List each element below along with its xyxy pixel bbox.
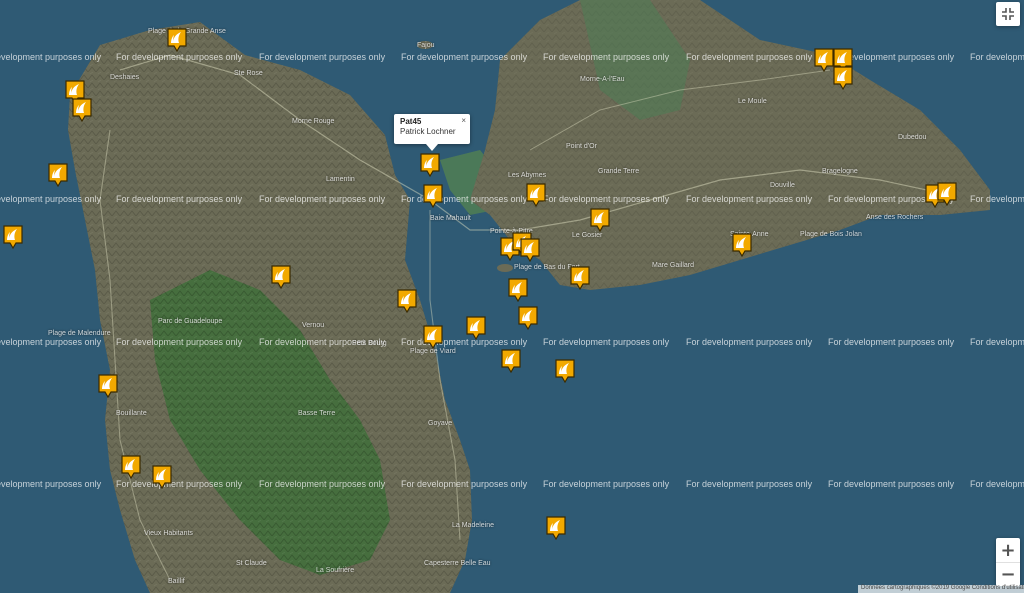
sailboat-marker[interactable] — [48, 163, 68, 187]
sailboat-icon — [526, 183, 546, 207]
place-label-la-soufriere: La Soufrière — [316, 567, 355, 574]
place-label-baillif: Baillif — [168, 578, 185, 585]
place-label-basse-terre: Basse Terre — [298, 410, 336, 417]
sailboat-marker[interactable] — [518, 306, 538, 330]
sailboat-icon — [423, 184, 443, 208]
sailboat-icon — [152, 465, 172, 489]
sailboat-icon — [72, 98, 92, 122]
sailboat-marker[interactable] — [520, 238, 540, 262]
sailboat-icon — [520, 238, 540, 262]
sailboat-marker[interactable] — [570, 266, 590, 290]
place-label-vieux-habitants: Vieux Habitants — [144, 530, 193, 537]
place-label-le-gosier: Le Gosier — [572, 232, 603, 239]
sailboat-icon — [555, 359, 575, 383]
place-label-le-moule: Le Moule — [738, 98, 767, 105]
sailboat-marker[interactable] — [937, 182, 957, 206]
sailboat-marker[interactable] — [420, 153, 440, 177]
sailboat-icon — [271, 265, 291, 289]
sailboat-icon — [518, 306, 538, 330]
sailboat-marker[interactable] — [98, 374, 118, 398]
place-label-bragelogne: Bragelogne — [822, 168, 858, 175]
sailboat-icon — [814, 48, 834, 72]
place-label-goyave: Goyave — [428, 420, 453, 427]
map-attribution[interactable]: Données cartographiques ©2019 Google Con… — [858, 585, 1024, 593]
sailboat-marker[interactable] — [732, 233, 752, 257]
sailboat-marker[interactable] — [3, 225, 23, 249]
place-label-anse-rochers: Anse des Rochers — [866, 214, 924, 221]
place-label-ste-rose: Ste Rose — [234, 70, 263, 77]
exit-fullscreen-button[interactable] — [996, 2, 1020, 26]
exit-fullscreen-icon — [1002, 8, 1014, 20]
sailboat-icon — [121, 455, 141, 479]
place-label-deshaies: Deshaies — [110, 74, 140, 81]
sailboat-marker[interactable] — [546, 516, 566, 540]
place-label-la-madeleine: La Madeleine — [452, 522, 495, 529]
sailboat-icon — [732, 233, 752, 257]
zoom-out-button[interactable]: − — [996, 562, 1020, 586]
sailboat-marker[interactable] — [814, 48, 834, 72]
place-label-bouillante: Bouillante — [116, 410, 147, 417]
sailboat-marker[interactable] — [466, 316, 486, 340]
sailboat-marker[interactable] — [167, 28, 187, 52]
sailboat-marker[interactable] — [508, 278, 528, 302]
place-label-vernou: Vernou — [302, 322, 325, 329]
sailboat-icon — [167, 28, 187, 52]
place-label-st-claude: St Claude — [236, 560, 267, 567]
sailboat-marker[interactable] — [72, 98, 92, 122]
sailboat-icon — [98, 374, 118, 398]
place-label-parc-guadeloupe: Parc de Guadeloupe — [158, 318, 223, 325]
map-canvas[interactable]: For development purposes onlyFor develop… — [0, 0, 1024, 593]
sailboat-icon — [570, 266, 590, 290]
sailboat-icon — [397, 289, 417, 313]
sailboat-icon — [508, 278, 528, 302]
sailboat-marker[interactable] — [501, 349, 521, 373]
place-label-point-dor: Point d'Or — [566, 143, 597, 150]
place-label-lamentin: Lamentin — [326, 176, 355, 183]
sailboat-icon — [420, 153, 440, 177]
place-label-douville: Douville — [770, 182, 795, 189]
sailboat-icon — [3, 225, 23, 249]
marker-popup: Pat45 Patrick Lochner × — [394, 114, 470, 151]
sailboat-marker[interactable] — [152, 465, 172, 489]
sailboat-marker[interactable] — [423, 184, 443, 208]
sailboat-marker[interactable] — [833, 66, 853, 90]
place-label-mare-gaillard: Mare Gaillard — [652, 262, 695, 269]
sailboat-icon — [466, 316, 486, 340]
sailboat-icon — [833, 66, 853, 90]
place-label-morne-rouge: Morne Rouge — [292, 118, 335, 125]
sailboat-marker[interactable] — [590, 208, 610, 232]
place-label-plage-malendure: Plage de Malendure — [48, 330, 111, 337]
place-label-baie-mahault: Baie Mahault — [430, 215, 471, 222]
sailboat-icon — [423, 325, 443, 349]
place-label-plage-bois-jolan: Plage de Bois Jolan — [800, 231, 862, 238]
place-label-dubedou: Dubedou — [898, 134, 927, 141]
zoom-in-button[interactable]: + — [996, 538, 1020, 563]
sailboat-icon — [48, 163, 68, 187]
sailboat-marker[interactable] — [555, 359, 575, 383]
sailboat-marker[interactable] — [121, 455, 141, 479]
sailboat-icon — [501, 349, 521, 373]
popup-title: Pat45 — [400, 117, 422, 126]
place-label-capesterre: Capesterre Belle Eau — [424, 560, 491, 567]
sailboat-marker[interactable] — [526, 183, 546, 207]
sailboat-icon — [590, 208, 610, 232]
place-label-plage-viard: Plage de Viard — [410, 348, 456, 355]
popup-subtitle: Patrick Lochner — [400, 127, 456, 136]
sailboat-marker[interactable] — [423, 325, 443, 349]
place-label-petit-bourg: Petit Bourg — [352, 340, 387, 347]
zoom-control: + − — [996, 538, 1020, 586]
sailboat-icon — [546, 516, 566, 540]
place-label-fajou: Fajou — [417, 42, 435, 49]
sailboat-marker[interactable] — [397, 289, 417, 313]
place-label-morne-a-leau: Morne-A-l'Eau — [580, 76, 625, 83]
sailboat-marker[interactable] — [271, 265, 291, 289]
close-icon[interactable]: × — [461, 116, 466, 125]
place-label-les-abymes: Les Abymes — [508, 172, 547, 179]
sailboat-icon — [937, 182, 957, 206]
place-label-grande-terre: Grande Terre — [598, 168, 640, 175]
